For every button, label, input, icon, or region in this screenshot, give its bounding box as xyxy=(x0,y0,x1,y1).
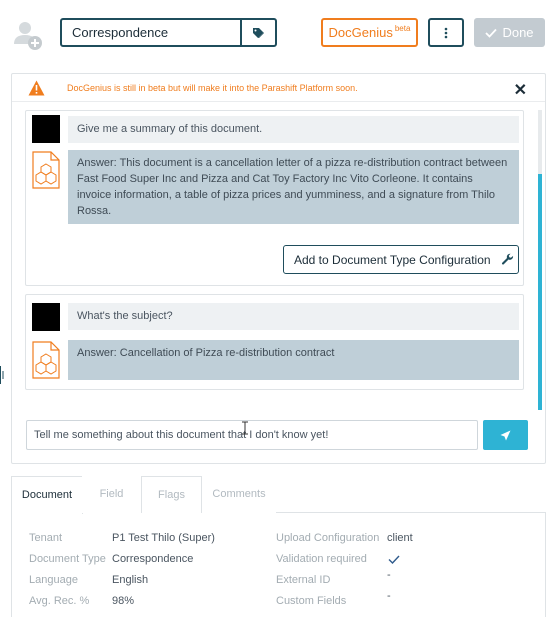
document-properties: Tenant P1 Test Thilo (Super) Document Ty… xyxy=(11,513,546,617)
more-options-button[interactable] xyxy=(428,18,464,47)
external-id-value: - xyxy=(387,569,391,581)
done-button[interactable]: Done xyxy=(474,18,545,47)
question-text: What's the subject? xyxy=(68,303,519,330)
upload-config-value: client xyxy=(387,532,413,544)
qa-card: What's the subject? Answer: Cancellation… xyxy=(25,294,524,390)
question-text: Give me a summary of this document. xyxy=(68,116,519,143)
tab-document[interactable]: Document xyxy=(11,476,83,514)
send-button[interactable] xyxy=(483,420,528,450)
tenant-value: P1 Test Thilo (Super) xyxy=(112,532,215,544)
custom-fields-value: - xyxy=(387,590,391,602)
tab-comments[interactable]: Comments xyxy=(201,476,276,513)
tag-button[interactable] xyxy=(240,20,275,45)
user-avatar xyxy=(32,115,60,143)
document-type-selector[interactable]: Correspondence xyxy=(60,18,277,47)
beta-notice-text: DocGenius is still in beta but will make… xyxy=(67,82,358,93)
qa-card: Give me a summary of this document. Answ… xyxy=(25,110,524,286)
chat-scrollbar[interactable] xyxy=(538,110,542,410)
add-user-avatar-icon[interactable] xyxy=(10,16,46,52)
add-to-config-label: Add to Document Type Configuration xyxy=(294,252,491,267)
answer-text: Answer: This document is a cancellation … xyxy=(68,150,519,224)
send-icon xyxy=(500,430,511,440)
detail-tabs: Document Field Flags Comments xyxy=(11,476,546,514)
tab-field[interactable]: Field xyxy=(82,476,142,513)
cubes-icon xyxy=(32,151,60,189)
docgenius-label: DocGenius xyxy=(328,25,393,40)
language-value: English xyxy=(112,574,149,586)
docgenius-panel: DocGenius is still in beta but will make… xyxy=(11,73,546,464)
chat-history[interactable]: Give me a summary of this document. Answ… xyxy=(25,110,536,410)
close-icon[interactable]: ✕ xyxy=(514,80,527,100)
document-type-prop-value: Correspondence xyxy=(112,553,194,565)
answer-text: Answer: Cancellation of Pizza re-distrib… xyxy=(68,340,519,380)
tab-flags[interactable]: Flags xyxy=(142,476,202,513)
ask-input[interactable] xyxy=(26,420,478,450)
beta-badge: beta xyxy=(394,24,411,33)
user-avatar xyxy=(32,303,60,331)
done-label: Done xyxy=(502,25,534,40)
docgenius-button[interactable]: DocGenius beta xyxy=(321,18,418,47)
checkmark-icon xyxy=(485,28,498,38)
tag-icon xyxy=(252,27,264,38)
validation-check-icon xyxy=(388,555,400,564)
resize-handle-icon[interactable] xyxy=(0,366,4,384)
document-type-prop-label: Document Type xyxy=(29,553,106,565)
cubes-icon xyxy=(32,341,60,379)
beta-notice: DocGenius is still in beta but will make… xyxy=(12,74,545,102)
upload-config-label: Upload Configuration xyxy=(276,532,380,544)
external-id-label: External ID xyxy=(276,574,331,586)
avg-rec-value: 98% xyxy=(112,595,135,607)
custom-fields-label: Custom Fields xyxy=(276,595,347,607)
add-to-config-button[interactable]: Add to Document Type Configuration xyxy=(283,245,519,274)
scrollbar-thumb[interactable] xyxy=(538,174,542,410)
text-cursor-icon xyxy=(242,421,248,435)
vertical-dots-icon xyxy=(444,27,448,38)
document-type-label: Correspondence xyxy=(72,25,169,40)
language-label: Language xyxy=(29,574,78,586)
validation-required-label: Validation required xyxy=(276,553,367,565)
tenant-label: Tenant xyxy=(29,532,63,544)
wrench-icon xyxy=(501,253,513,265)
warning-icon xyxy=(28,80,45,95)
avg-rec-label: Avg. Rec. % xyxy=(29,595,90,607)
